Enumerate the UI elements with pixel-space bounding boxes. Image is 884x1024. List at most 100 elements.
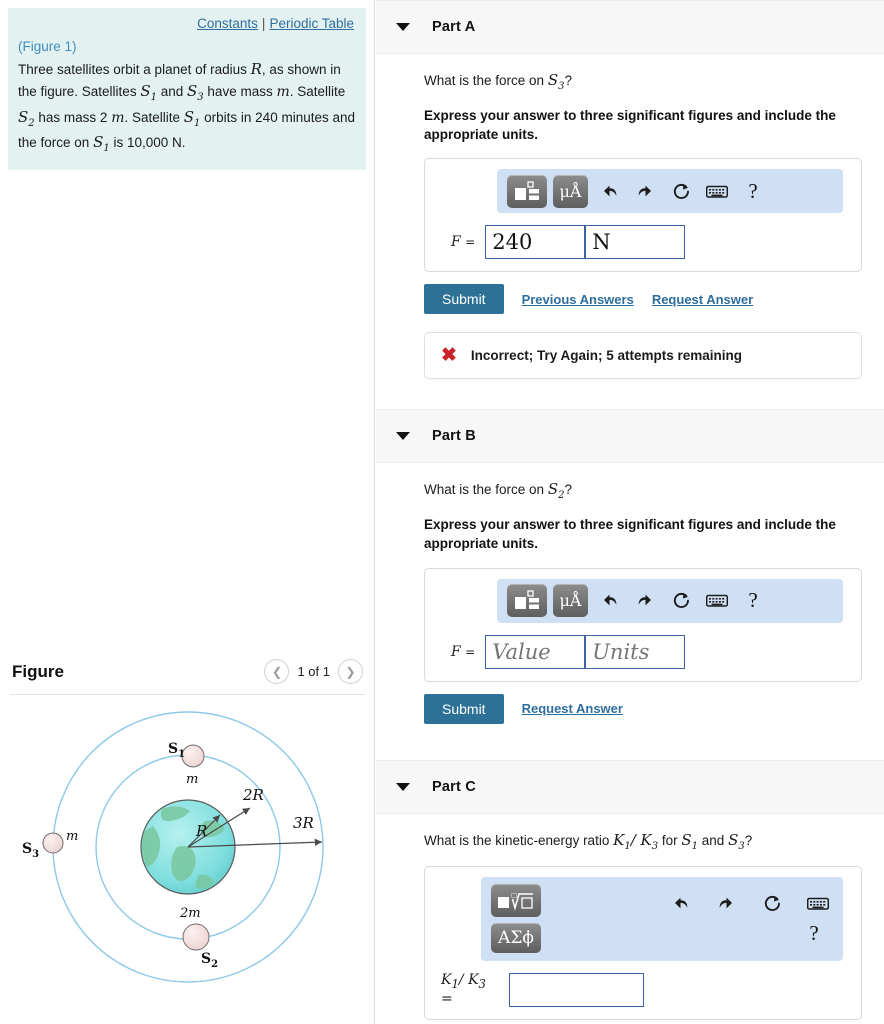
satellite-S1 [181, 744, 205, 768]
part-b-question-symbol: S2 [547, 480, 565, 502]
right-panel: Part A What is the force on S3? Express … [376, 0, 884, 1024]
part-c-question-pre: What is the kinetic-energy ratio [424, 832, 614, 848]
figure-title: Figure [12, 661, 64, 681]
help-icon[interactable]: ? [738, 586, 768, 616]
undo-icon[interactable] [665, 889, 695, 919]
figure-pager: ❮ 1 of 1 ❯ [264, 659, 363, 684]
label-R: R [195, 822, 207, 840]
caret-down-icon[interactable] [396, 23, 410, 31]
part-a-question-pre: What is the force on [424, 73, 548, 88]
part-c-toolbar-right: ? [665, 889, 833, 949]
label-2R: 2R [242, 786, 264, 804]
label-S1-mass: m [186, 772, 198, 787]
part-a-submit-button[interactable]: Submit [424, 284, 504, 315]
math-template-icon[interactable] [507, 174, 547, 208]
problem-text-seg4: have mass [203, 84, 277, 100]
label-S3: S3 [22, 841, 39, 860]
part-a-answer-label: F = [451, 234, 476, 251]
left-panel: Constants | Periodic Table (Figure 1) Thre… [0, 0, 375, 1024]
reset-icon[interactable] [666, 176, 696, 206]
redo-icon[interactable] [630, 586, 660, 616]
part-b-submit-button[interactable]: Submit [424, 693, 504, 724]
reset-icon[interactable] [666, 586, 696, 616]
part-b-request-answer-link[interactable]: Request Answer [522, 701, 623, 716]
problem-text-seg9: is 10,000 N. [109, 134, 186, 150]
caret-down-icon[interactable] [396, 432, 410, 441]
part-a-answer-row: F = [437, 225, 849, 260]
part-a-body: What is the force on S3? Express your an… [376, 54, 884, 409]
symbol-m-2: m [111, 109, 125, 126]
part-b-answer-label: F = [451, 643, 476, 660]
part-b-actions: Submit Request Answer [424, 693, 862, 724]
x-mark-icon: ✖ [441, 345, 457, 367]
part-b-instruction: Express your answer to three significant… [424, 517, 836, 552]
units-mu-angstrom-icon[interactable]: μÅ [553, 174, 588, 208]
part-b-label: Part B [432, 428, 476, 445]
part-header-a[interactable]: Part A [376, 0, 884, 54]
part-b-body: What is the force on S2? Express your an… [376, 463, 884, 759]
keyboard-icon[interactable] [803, 889, 833, 919]
part-header-c[interactable]: Part C [376, 759, 884, 814]
symbol-m: m [276, 84, 290, 101]
part-b-question-post: ? [564, 482, 572, 498]
part-b-units-input[interactable] [585, 634, 686, 669]
part-c-label: Part C [432, 778, 476, 795]
part-c-answer-label: K1/ K3 = [441, 971, 486, 1008]
part-c-question: What is the kinetic-energy ratio K1/ K3 … [424, 830, 862, 854]
math-template-icon[interactable] [507, 584, 547, 618]
figure-section: Figure ❮ 1 of 1 ❯ R 2R 3R S1 m 2m S2 S3 … [0, 655, 374, 1024]
part-b-question-pre: What is the force on [424, 482, 548, 498]
symbol-K1: K1 [613, 830, 631, 852]
math-radical-template-icon[interactable]: ☐ [491, 884, 541, 918]
constants-link[interactable]: Constants [197, 16, 258, 31]
spacer-b [424, 730, 862, 760]
part-c-question-mid: for [658, 832, 682, 848]
chevron-left-icon[interactable]: ❮ [264, 659, 290, 684]
part-a-question: What is the force on S3? [424, 70, 862, 94]
reset-icon[interactable] [757, 889, 787, 919]
figure-reference-link[interactable]: (Figure 1) [18, 37, 356, 57]
redo-icon[interactable] [711, 889, 741, 919]
part-b-answer-panel: μÅ ? F = [424, 567, 862, 682]
part-b-value-input[interactable] [485, 634, 586, 669]
units-mu-angstrom-icon[interactable]: μÅ [553, 584, 588, 618]
help-icon[interactable]: ? [799, 919, 829, 949]
part-b-answer-row: F = [437, 634, 849, 669]
part-a-math-toolbar: μÅ ? [497, 169, 843, 214]
undo-icon[interactable] [594, 176, 624, 206]
redo-icon[interactable] [630, 176, 660, 206]
keyboard-icon[interactable] [702, 586, 732, 616]
keyboard-icon[interactable] [702, 176, 732, 206]
label-S2-mass: 2m [179, 906, 201, 921]
page-root: Constants | Periodic Table (Figure 1) Thre… [0, 0, 884, 1024]
greek-letters-icon[interactable]: ΑΣϕ [491, 923, 541, 954]
undo-icon[interactable] [594, 586, 624, 616]
symbol-S2: S2 [18, 107, 35, 129]
help-icon[interactable]: ? [738, 176, 768, 206]
problem-text-seg5: . Satellite [289, 84, 346, 100]
ratio-slash: / [630, 830, 641, 849]
periodic-table-link[interactable]: Periodic Table [269, 16, 354, 31]
symbol-S1-b: S1 [183, 107, 201, 129]
part-a-units-input[interactable] [585, 225, 686, 260]
part-a-label: Part A [432, 19, 476, 35]
chevron-right-icon[interactable]: ❯ [338, 659, 363, 684]
symbol-S3: S3 [187, 82, 204, 104]
part-c-question-and: and [698, 832, 729, 848]
part-a-request-answer-link[interactable]: Request Answer [652, 292, 753, 307]
symbol-S1-c: S1 [93, 132, 110, 154]
label-3R: 3R [293, 814, 314, 832]
part-a-question-post: ? [564, 73, 572, 88]
part-a-previous-answers-link[interactable]: Previous Answers [522, 292, 634, 307]
part-a-value-input[interactable] [485, 225, 586, 260]
caret-down-icon[interactable] [396, 782, 410, 791]
part-c-value-input[interactable] [509, 972, 644, 1007]
part-header-b[interactable]: Part B [376, 409, 884, 464]
satellite-S3 [42, 832, 64, 854]
part-c-toolbar-row1 [665, 889, 833, 919]
spacer-a [424, 379, 862, 409]
problem-text: Three satellites orbit a planet of radiu… [18, 58, 356, 156]
symbol-R: R [250, 59, 262, 78]
symbol-S1: S1 [681, 830, 699, 852]
satellite-S2 [182, 923, 210, 951]
